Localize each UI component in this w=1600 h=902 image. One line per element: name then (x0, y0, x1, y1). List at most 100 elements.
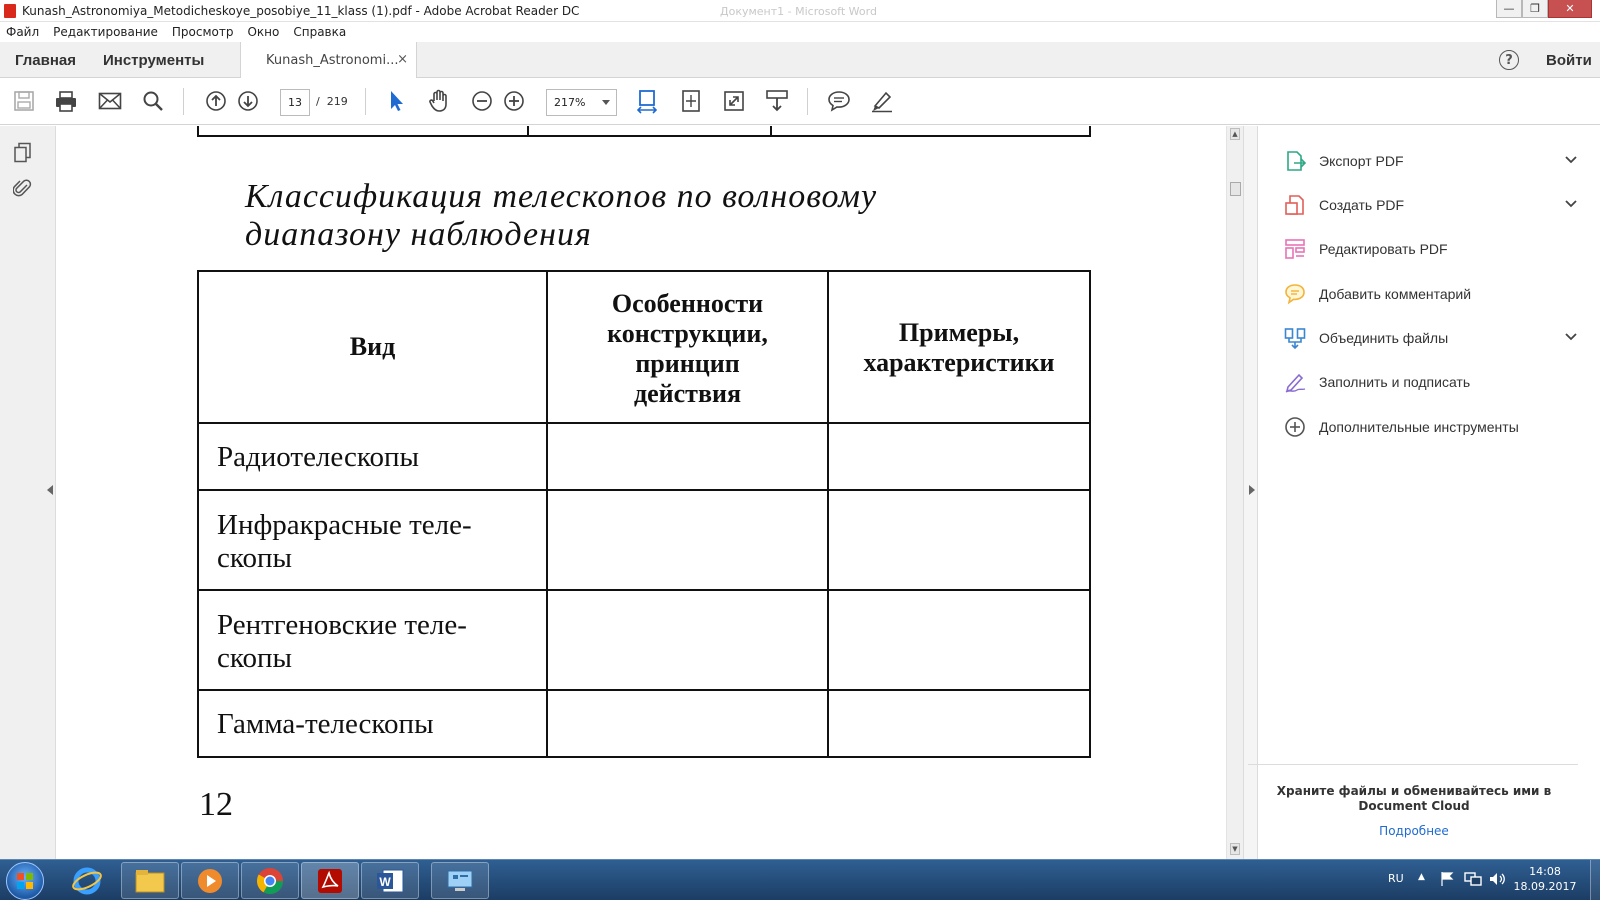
row-label: Радиотелескопы (217, 441, 419, 473)
title-bar: Kunash_Astronomiya_Metodicheskoye_posobi… (0, 0, 1600, 22)
menu-help[interactable]: Справка (293, 25, 346, 39)
table-border (197, 489, 1091, 491)
chrome-icon[interactable] (241, 862, 299, 899)
column-header-type: Вид (199, 332, 546, 362)
page-thumbnails-icon[interactable] (13, 142, 33, 167)
language-indicator[interactable]: RU (1388, 872, 1404, 885)
acrobat-app-icon (4, 3, 16, 18)
document-viewer[interactable]: Классификация телескопов по волновому ди… (57, 126, 1226, 859)
comment-icon (1285, 284, 1305, 305)
minimize-button[interactable]: — (1496, 0, 1522, 18)
create-pdf-icon (1285, 195, 1304, 215)
tool-label: Заполнить и подписать (1319, 374, 1471, 390)
media-player-icon[interactable] (181, 862, 239, 899)
next-page-icon[interactable] (235, 88, 261, 114)
table-row-infrared: Инфракрасные теле- скопы (217, 509, 472, 575)
learn-more-link[interactable]: Подробнее (1258, 824, 1570, 838)
help-icon[interactable]: ? (1499, 50, 1519, 70)
menu-edit[interactable]: Редактирование (53, 25, 158, 39)
tool-label: Добавить комментарий (1319, 286, 1472, 302)
highlight-pen-icon[interactable] (869, 88, 895, 114)
more-tools-icon (1285, 417, 1305, 437)
scroll-down-icon[interactable]: ▼ (1230, 843, 1240, 855)
tab-document[interactable]: Kunash_Astronomi... × (240, 42, 417, 79)
right-panel-collapse-bar[interactable] (1243, 126, 1258, 859)
show-hidden-icons-icon[interactable]: ▲ (1418, 872, 1425, 882)
comment-icon[interactable] (826, 88, 852, 114)
tool-create-pdf[interactable]: Создать PDF (1258, 190, 1600, 220)
scrolling-mode-icon[interactable] (764, 88, 790, 114)
zoom-level-value: 217% (554, 96, 586, 109)
file-explorer-icon[interactable] (121, 862, 179, 899)
zoom-out-icon[interactable] (469, 88, 495, 114)
section-heading: Классификация телескопов по волновому ди… (245, 178, 877, 254)
collapse-left-panel-icon[interactable] (46, 484, 54, 499)
tool-add-comment[interactable]: Добавить комментарий (1258, 279, 1600, 309)
zoom-level-dropdown[interactable]: 217% (546, 89, 617, 116)
vertical-scrollbar[interactable]: ▲ ▼ (1226, 126, 1243, 859)
internet-explorer-icon[interactable] (62, 863, 112, 899)
close-tab-icon[interactable]: × (397, 52, 408, 67)
start-button[interactable] (6, 862, 44, 900)
sign-in-button[interactable]: Войти (1546, 42, 1592, 78)
show-desktop-button[interactable] (1590, 860, 1600, 901)
tab-home[interactable]: Главная (15, 42, 76, 78)
tool-label: Создать PDF (1319, 197, 1405, 213)
menu-window[interactable]: Окно (247, 25, 279, 39)
tool-combine-files[interactable]: Объединить файлы (1258, 323, 1600, 353)
tool-edit-pdf[interactable]: Редактировать PDF (1258, 234, 1600, 264)
print-icon[interactable] (53, 88, 79, 114)
zoom-in-icon[interactable] (501, 88, 527, 114)
toolbar-separator (365, 88, 366, 115)
collapse-right-panel-icon[interactable] (1248, 484, 1256, 499)
attachments-icon[interactable] (12, 178, 33, 203)
previous-page-icon[interactable] (203, 88, 229, 114)
network-icon[interactable] (1464, 871, 1482, 890)
fit-width-scroll-icon[interactable] (634, 88, 660, 114)
search-icon[interactable] (140, 88, 166, 114)
header-line: действия (633, 379, 742, 408)
section-heading-line1: Классификация телескопов по волновому (245, 178, 878, 215)
table-border (197, 422, 1091, 424)
save-icon[interactable] (11, 88, 37, 114)
fit-page-icon[interactable] (678, 88, 704, 114)
background-window-title: Документ1 - Microsoft Word (720, 5, 877, 18)
tool-label: Объединить файлы (1319, 330, 1449, 346)
column-header-examples: Примеры, характеристики (829, 318, 1089, 378)
scroll-up-icon[interactable]: ▲ (1230, 128, 1240, 140)
adobe-acrobat-icon[interactable] (301, 862, 359, 899)
microsoft-word-icon[interactable]: W (361, 862, 419, 899)
volume-icon[interactable] (1488, 871, 1506, 890)
tool-export-pdf[interactable]: Экспорт PDF (1258, 146, 1600, 176)
row-label: скопы (217, 542, 292, 574)
select-cursor-icon[interactable] (383, 88, 409, 114)
table-row-gamma: Гамма-телескопы (217, 708, 434, 741)
chevron-down-icon[interactable] (1563, 329, 1579, 345)
email-icon[interactable] (97, 88, 123, 114)
header-line: Примеры, (898, 318, 1020, 347)
tool-more-tools[interactable]: Дополнительные инструменты (1258, 412, 1600, 442)
hand-tool-icon[interactable] (426, 88, 452, 114)
restore-button[interactable]: ❐ (1522, 0, 1548, 18)
chevron-down-icon[interactable] (1563, 196, 1579, 212)
scrollbar-thumb[interactable] (1230, 182, 1241, 196)
previous-table-bottom-border (197, 135, 1091, 137)
fill-sign-icon (1285, 373, 1306, 393)
tool-fill-sign[interactable]: Заполнить и подписать (1258, 367, 1600, 397)
clock[interactable]: 14:08 18.09.2017 (1510, 864, 1580, 894)
chevron-down-icon[interactable] (1563, 152, 1579, 168)
row-label: Инфракрасные теле- (217, 509, 472, 541)
page-number-input[interactable]: 13 (280, 89, 310, 116)
close-window-button[interactable]: ✕ (1548, 0, 1592, 18)
menu-file[interactable]: Файл (6, 25, 39, 39)
tools-pane: Экспорт PDF Создать PDF Редактировать PD… (1248, 126, 1600, 859)
action-center-flag-icon[interactable] (1440, 871, 1454, 890)
svg-text:W: W (379, 875, 391, 889)
clock-time: 14:08 (1529, 865, 1561, 878)
tool-label: Редактировать PDF (1319, 241, 1448, 257)
control-panel-icon[interactable] (431, 862, 489, 899)
tab-tools[interactable]: Инструменты (103, 42, 204, 78)
menu-view[interactable]: Просмотр (172, 25, 234, 39)
full-screen-icon[interactable] (721, 88, 747, 114)
table-row-radio: Радиотелескопы (217, 441, 419, 474)
